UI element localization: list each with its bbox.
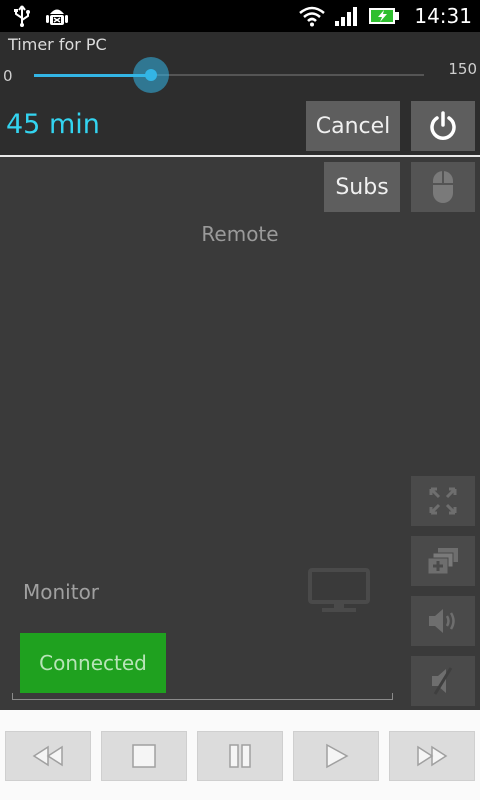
timer-value: 45 min [6,109,100,140]
status-right-icons: 14:31 [298,0,472,32]
android-debug-icon [46,9,68,25]
stop-button[interactable] [101,731,187,781]
fast-forward-icon [417,745,448,767]
connection-status[interactable]: Connected [20,633,166,693]
pause-icon [229,744,251,768]
volume-icon [429,609,455,633]
monitor-divider [12,693,393,700]
media-controls [0,710,480,800]
clock: 14:31 [414,4,472,28]
volume-button[interactable] [411,596,475,646]
cancel-button[interactable]: Cancel [306,101,400,151]
new-window-button[interactable] [411,536,475,586]
mouse-button[interactable] [411,162,475,212]
rewind-icon [32,745,63,767]
slider-min-label: 0 [3,67,13,85]
fullscreen-button[interactable] [411,476,475,526]
monitor-icon [308,568,370,612]
new-window-icon [427,548,458,575]
divider [0,155,480,157]
usb-icon [14,5,30,27]
slider-max-label: 150 [448,60,477,78]
wifi-icon [299,6,326,27]
rewind-button[interactable] [5,731,91,781]
timer-panel: Timer for PC 0 150 45 min Cancel [0,32,480,156]
timer-slider[interactable] [34,57,424,93]
play-button[interactable] [293,731,379,781]
pause-button[interactable] [197,731,283,781]
status-left-icons [12,4,68,28]
mute-button[interactable] [411,656,475,706]
monitor-label: Monitor [23,580,100,604]
signal-icon [335,7,358,26]
battery-charging-icon [369,8,400,24]
mouse-icon [433,171,453,203]
mute-icon [432,667,453,695]
timer-title: Timer for PC [8,35,107,54]
stop-icon [132,744,156,768]
subs-button[interactable]: Subs [324,162,400,212]
remote-area-label: Remote [201,222,279,246]
power-icon [430,111,456,140]
fullscreen-icon [429,487,457,515]
play-icon [326,743,349,769]
timer-slider-thumb[interactable] [133,57,169,93]
fast-forward-button[interactable] [389,731,475,781]
power-button[interactable] [411,101,475,151]
status-bar: 14:31 [0,0,480,32]
